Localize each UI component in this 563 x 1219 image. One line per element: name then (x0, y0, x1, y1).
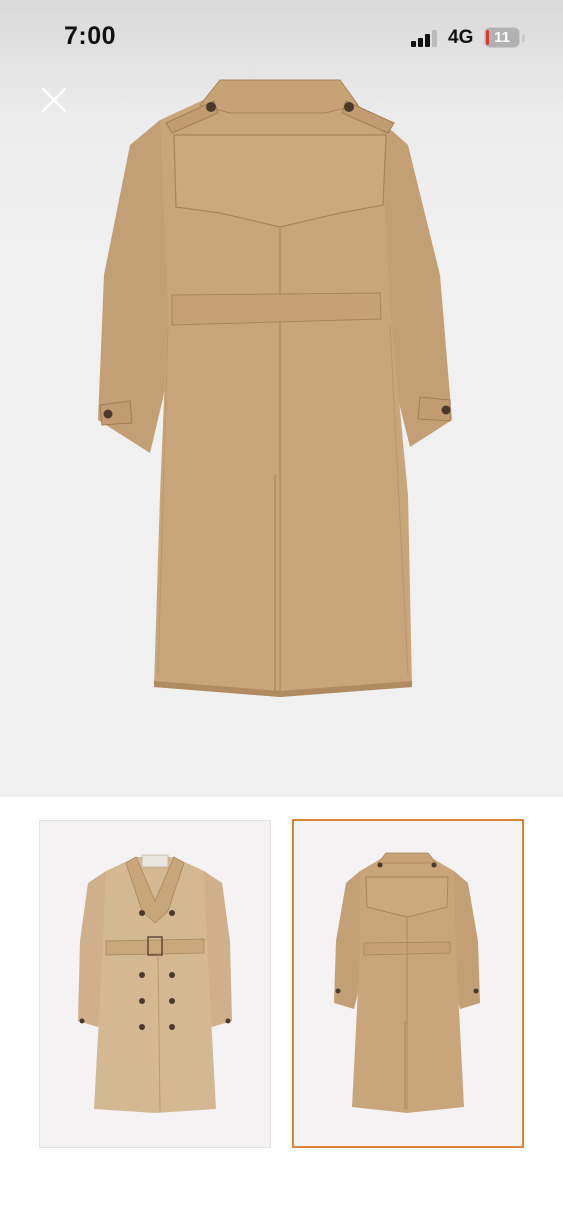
battery-icon: 11 (484, 27, 520, 48)
battery-tip (522, 34, 525, 42)
clock: 7:00 (64, 22, 117, 50)
network-type: 4G (448, 27, 474, 48)
trench-coat-front-thumbnail (78, 854, 232, 1113)
image-viewer (0, 0, 563, 797)
thumbnail-front-view[interactable] (39, 820, 271, 1148)
trench-coat-back-thumbnail (334, 852, 480, 1113)
thumbnail-back-view-selected[interactable] (292, 819, 524, 1148)
cellular-signal-icon (411, 30, 437, 47)
battery-percent: 11 (494, 29, 510, 46)
close-icon[interactable] (38, 84, 70, 116)
status-bar: 7:00 4G 11 (0, 0, 563, 76)
main-product-image[interactable] (90, 75, 470, 715)
